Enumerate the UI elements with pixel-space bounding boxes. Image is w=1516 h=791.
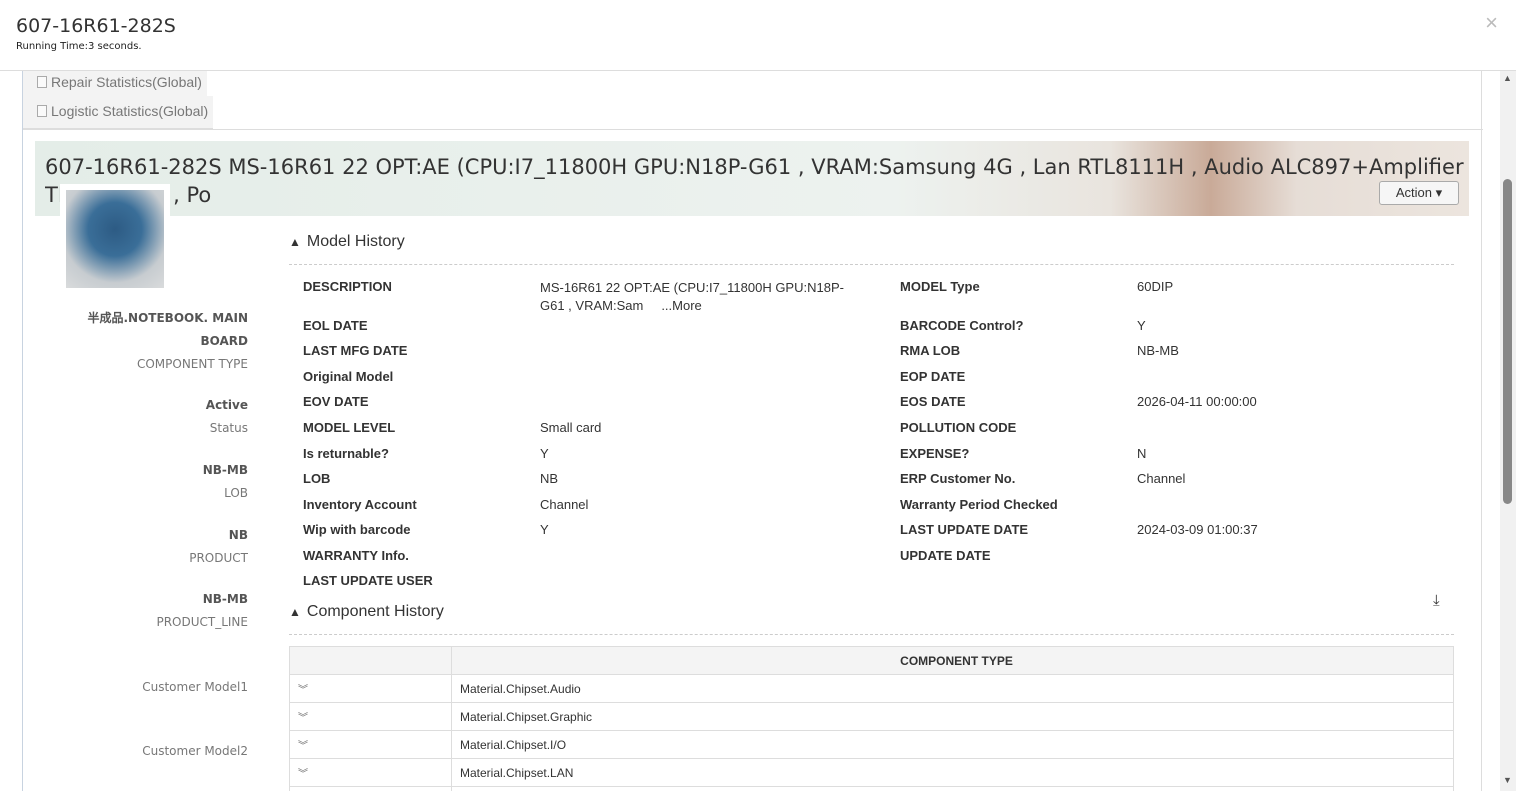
model-title: 607-16R61-282S MS-16R61 22 OPT:AE (CPU:I… [45,155,1464,207]
field-value: 2024-03-09 01:00:37 [1137,522,1258,537]
component-type-cell: Material.Chipset.Graphic [451,702,1454,731]
left-info-product-line: NB-MB PRODUCT_LINE [156,592,248,629]
left-info-customer-model2: Customer Model2 [142,744,248,758]
expand-column-header [289,646,452,675]
left-info-customer-model1: Customer Model1 [142,680,248,694]
field-label: RMA LOB [900,343,961,358]
field-label: MODEL Type [900,279,980,294]
field-value: Channel [540,497,589,512]
field-label: LAST MFG DATE [303,343,408,358]
component-history-header[interactable]: ▲ Component History [289,599,1454,635]
field-value: Y [540,446,549,461]
component-type-cell: Material.Chipset.I/O [451,730,1454,759]
field-label: Inventory Account [303,497,417,512]
running-time: Running Time:3 seconds. [16,41,142,52]
expand-row-icon[interactable]: ︾ [289,758,452,787]
component-type-cell: Material.Chipset.Audio [451,674,1454,703]
field-label: EOV DATE [303,394,369,409]
field-label: BARCODE Control? [900,318,1024,333]
column-header-component-type: COMPONENT TYPE [451,646,1454,675]
field-value: 2026-04-11 00:00:00 [1137,394,1257,409]
chevron-up-icon: ▲ [289,235,301,249]
field-label: Is returnable? [303,446,389,461]
scrollbar-thumb[interactable] [1503,179,1512,504]
section-title: Model History [306,233,405,250]
description-value: MS-16R61 22 OPT:AE (CPU:I7_11800H GPU:N1… [540,279,860,315]
model-history-header[interactable]: ▲ Model History [289,229,1454,265]
field-value: Channel [1137,471,1186,486]
field-value: Y [540,522,549,537]
table-row [289,786,1454,791]
field-value: N [1137,446,1147,461]
scroll-up-icon[interactable]: ▲ [1503,73,1512,83]
field-label: LAST UPDATE USER [303,573,433,588]
field-value: NB [540,471,559,486]
table-row: ︾ Material.Chipset.LAN [289,758,1454,787]
tab-label: Logistic Statistics(Global) [51,103,209,119]
expand-row-icon[interactable]: ︾ [289,702,452,731]
expand-row-icon[interactable]: ︾ [289,730,452,759]
document-icon [37,76,47,88]
field-label: POLLUTION CODE [900,420,1017,435]
table-row: ︾ Material.Chipset.Graphic [289,702,1454,731]
vertical-scrollbar[interactable]: ▲ ▼ [1500,71,1516,791]
close-button[interactable]: × [1485,10,1498,36]
scroll-down-icon[interactable]: ▼ [1503,775,1512,785]
action-dropdown-button[interactable]: Action ▾ [1379,181,1459,205]
field-value: 60DIP [1137,279,1174,294]
field-label: UPDATE DATE [900,548,991,563]
left-info-lob: NB-MB LOB [202,463,248,500]
field-label: Warranty Period Checked [900,497,1058,512]
modal-title: 607-16R61-282S [16,15,176,37]
model-banner: 607-16R61-282S MS-16R61 22 OPT:AE (CPU:I… [35,141,1469,216]
left-info-component-type: 半成品.NOTEBOOK. MAIN BOARD COMPONENT TYPE [87,311,248,371]
field-label: EOP DATE [900,369,966,384]
field-label: Original Model [303,369,394,384]
document-icon [37,105,47,117]
field-value: NB-MB [1137,343,1179,358]
field-label: LOB [303,471,331,486]
field-value: Y [1137,318,1146,333]
field-label: DESCRIPTION [303,279,392,294]
expand-row-icon[interactable]: ︾ [289,674,452,703]
tab-logistic-statistics[interactable]: Logistic Statistics(Global) [23,96,213,129]
modal-header: 607-16R61-282S Running Time:3 seconds. × [0,0,1516,71]
left-info-product: NB PRODUCT [189,528,248,565]
field-label: Wip with barcode [303,522,411,537]
section-title: Component History [306,603,444,620]
component-table: COMPONENT TYPE ︾ Material.Chipset.Audio ︾… [289,646,1454,791]
chevron-up-icon: ▲ [289,605,301,619]
table-row: ︾ Material.Chipset.I/O [289,730,1454,759]
tab-label: Repair Statistics(Global) [51,74,202,90]
table-row: ︾ Material.Chipset.Audio [289,674,1454,703]
field-label: ERP Customer No. [900,471,1016,486]
product-image [60,184,170,294]
field-label: EOS DATE [900,394,966,409]
field-label: EOL DATE [303,318,368,333]
field-label: EXPENSE? [900,446,970,461]
component-type-cell: Material.Chipset.LAN [451,758,1454,787]
more-link[interactable]: ...More [661,298,701,313]
download-icon[interactable]: ⤓ [1433,592,1440,609]
field-label: LAST UPDATE DATE [900,522,1029,537]
field-value: Small card [540,420,602,435]
field-label: MODEL LEVEL [303,420,396,435]
field-label: WARRANTY Info. [303,548,409,563]
left-info-status: Active Status [205,398,248,435]
